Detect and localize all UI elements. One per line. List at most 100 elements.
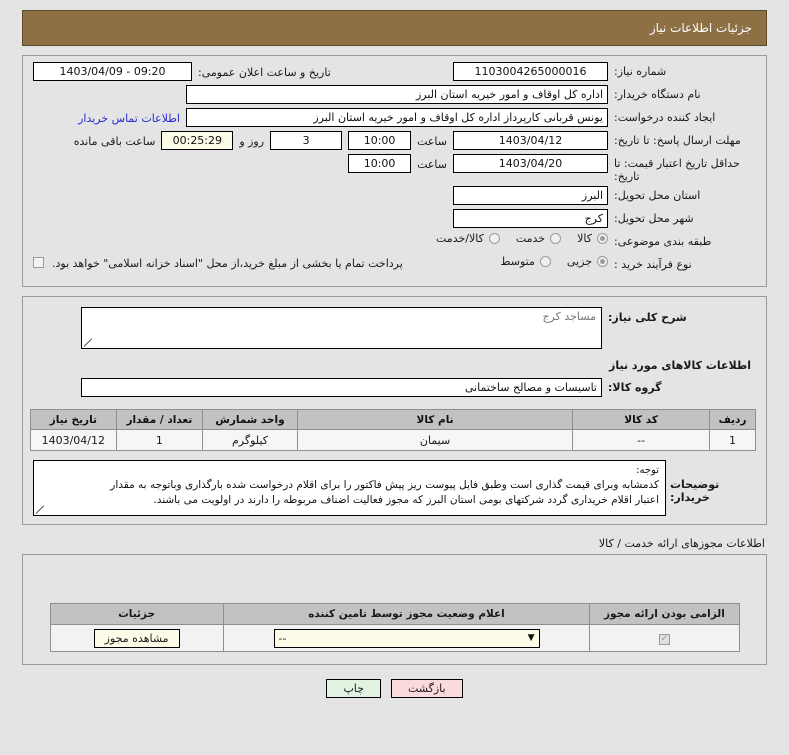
city-value[interactable]: کرج <box>453 209 608 228</box>
permits-col-required: الزامی بودن ارائه مجوز <box>589 603 740 625</box>
permits-cell-details: مشاهده مجوز <box>49 624 224 652</box>
remaining-days-label: روز و <box>239 135 265 148</box>
resize-grip-icon[interactable] <box>84 338 93 347</box>
permit-status-value: -- <box>278 631 287 645</box>
goods-col-qty: تعداد / مقدار <box>115 409 204 430</box>
goods-col-code: کد کالا <box>572 409 711 430</box>
permit-status-select[interactable]: ▼ -- <box>273 628 540 648</box>
permit-required-checkbox <box>658 634 670 645</box>
process-radio-0[interactable] <box>597 256 608 267</box>
row-need-description: شرح کلی نیاز: مساجد کرج <box>33 307 756 349</box>
process-radio-1[interactable] <box>539 256 551 267</box>
description-textarea[interactable]: مساجد کرج <box>81 307 602 349</box>
classification-option-1[interactable]: خدمت <box>506 232 562 245</box>
deadline-label: مهلت ارسال پاسخ: تا تاریخ: <box>614 134 741 147</box>
deadline-date-value[interactable]: 1403/04/12 <box>453 131 608 150</box>
permits-table-header-row: الزامی بودن ارائه مجوز اعلام وضعیت مجوز … <box>49 603 740 625</box>
deadline-time-value[interactable]: 10:00 <box>348 131 412 150</box>
row-delivery-province: استان محل تحویل: البرز <box>33 186 756 206</box>
table-row[interactable]: ▼ -- مشاهده مجوز <box>49 624 740 652</box>
row-goods-group: گروه کالا: تاسیسات و مصالح ساختمانی <box>33 378 756 397</box>
buyer-notes-line0: توجه: <box>636 465 659 476</box>
validity-label: حداقل تاریخ اعتبار قیمت: تا تاریخ: <box>614 157 740 183</box>
classification-option-0[interactable]: کالا <box>567 232 608 245</box>
buyer-contact-link[interactable]: اطلاعات تماس خریدار <box>78 110 180 125</box>
permits-cell-required <box>589 624 740 652</box>
goods-col-radif: ردیف <box>709 409 756 430</box>
table-row[interactable]: 1 -- سیمان کیلوگرم 1 1403/04/12 <box>30 429 756 451</box>
treasury-checkbox[interactable] <box>33 257 44 268</box>
goods-table-header-row: ردیف کد کالا نام کالا واحد شمارش تعداد /… <box>30 409 756 430</box>
buyer-org-label: نام دستگاه خریدار: <box>614 88 701 101</box>
classification-options: کالا خدمت کالا/خدمت <box>33 232 608 245</box>
goods-group-value[interactable]: تاسیسات و مصالح ساختمانی <box>81 378 602 397</box>
buyer-notes-line2: اعتبار اقلام خریداری گردد شرکتهای بومی ا… <box>153 494 659 506</box>
need-number-label: شماره نیاز: <box>614 65 667 78</box>
permits-table: الزامی بودن ارائه مجوز اعلام وضعیت مجوز … <box>49 603 740 652</box>
goods-cell-code: -- <box>572 429 711 451</box>
process-label-0: جزیی <box>566 255 592 268</box>
goods-group-label: گروه کالا: <box>608 381 662 394</box>
city-label: شهر محل تحویل: <box>614 212 694 225</box>
footer-actions: بازگشت چاپ <box>0 679 789 698</box>
goods-cell-date: 1403/04/12 <box>30 429 117 451</box>
goods-section-heading: اطلاعات کالاهای مورد نیاز <box>609 359 751 372</box>
goods-cell-unit: کیلوگرم <box>202 429 298 451</box>
announce-label: تاریخ و ساعت اعلان عمومی: <box>198 66 331 79</box>
province-value[interactable]: البرز <box>453 186 608 205</box>
buyer-org-value[interactable]: اداره کل اوقاف و امور خیریه استان البرز <box>186 85 608 104</box>
classification-radio-0[interactable] <box>597 233 608 244</box>
goods-col-unit: واحد شمارش <box>202 409 298 430</box>
treasury-note-label: پرداخت تمام یا بخشی از مبلغ خرید،از محل … <box>52 257 403 270</box>
permits-panel: الزامی بودن ارائه مجوز اعلام وضعیت مجوز … <box>22 554 767 665</box>
buyer-notes-line1: کدمشابه وبرای قیمت گذاری است وطبق فایل پ… <box>110 479 659 491</box>
description-label: شرح کلی نیاز: <box>608 311 687 324</box>
classification-option-2[interactable]: کالا/خدمت <box>426 232 500 245</box>
process-option-0[interactable]: جزیی <box>557 255 608 268</box>
creator-label: ایجاد کننده درخواست: <box>614 111 716 124</box>
goods-col-name: نام کالا <box>296 409 574 430</box>
permits-col-details: جزئیات <box>49 603 224 625</box>
process-label-1: متوسط <box>500 255 535 268</box>
row-delivery-city: شهر محل تحویل: کرج <box>33 209 756 229</box>
permits-cell-status: ▼ -- <box>222 624 591 652</box>
validity-time-value[interactable]: 10:00 <box>348 154 412 173</box>
permits-col-status: اعلام وضعیت مجوز توسط تامین کننده <box>222 603 591 625</box>
page-title: جزئیات اطلاعات نیاز <box>649 21 752 35</box>
classification-label: طبقه بندی موضوعی: <box>614 235 712 248</box>
need-number-value[interactable]: 1103004265000016 <box>453 62 608 81</box>
back-button[interactable]: بازگشت <box>390 679 463 698</box>
creator-value[interactable]: یونس قربانی کارپرداز اداره کل اوقاف و ام… <box>186 108 608 127</box>
countdown-timer-value: 00:25:29 <box>161 131 234 150</box>
announce-datetime-value[interactable]: 09:20 - 1403/04/09 <box>33 62 192 81</box>
buyer-notes-textarea[interactable]: توجه: کدمشابه وبرای قیمت گذاری است وطبق … <box>33 460 666 516</box>
goods-table: ردیف کد کالا نام کالا واحد شمارش تعداد /… <box>30 409 756 451</box>
row-buyer-notes: توضیحات خریدار: توجه: کدمشابه وبرای قیمت… <box>33 460 756 516</box>
need-info-panel: شماره نیاز: 1103004265000016 تاریخ و ساع… <box>22 55 767 287</box>
buyer-notes-label: توضیحات خریدار: <box>670 478 720 504</box>
goods-panel: شرح کلی نیاز: مساجد کرج اطلاعات کالاهای … <box>22 296 767 525</box>
resize-grip-icon[interactable] <box>36 505 45 514</box>
row-buyer-org: نام دستگاه خریدار: اداره کل اوقاف و امور… <box>33 85 756 105</box>
classification-label-0: کالا <box>577 232 592 245</box>
row-price-validity: حداقل تاریخ اعتبار قیمت: تا تاریخ: 1403/… <box>33 154 756 183</box>
remaining-days-value[interactable]: 3 <box>270 131 343 150</box>
row-process-type: نوع فرآیند خرید : جزیی متوسط پرداخت تمام … <box>33 255 756 275</box>
row-classification: طبقه بندی موضوعی: کالا خدمت کالا/خدمت <box>33 232 756 252</box>
validity-hour-label: ساعت <box>417 158 447 171</box>
classification-label-2: کالا/خدمت <box>436 232 484 245</box>
validity-date-value[interactable]: 1403/04/20 <box>453 154 608 173</box>
classification-radio-1[interactable] <box>550 233 562 244</box>
print-button[interactable]: چاپ <box>326 679 381 698</box>
view-permit-button[interactable]: مشاهده مجوز <box>93 628 180 648</box>
row-request-creator: ایجاد کننده درخواست: یونس قربانی کارپردا… <box>33 108 756 128</box>
goods-cell-qty: 1 <box>115 429 204 451</box>
process-option-1[interactable]: متوسط <box>490 255 551 268</box>
classification-radio-2[interactable] <box>488 233 500 244</box>
description-value: مساجد کرج <box>542 310 596 323</box>
deadline-hour-label: ساعت <box>417 135 447 148</box>
chevron-down-icon: ▼ <box>527 633 535 643</box>
row-response-deadline: مهلت ارسال پاسخ: تا تاریخ: 1403/04/12 سا… <box>33 131 756 151</box>
remaining-time-label: ساعت باقی مانده <box>73 135 156 148</box>
goods-cell-name: سیمان <box>296 429 574 451</box>
